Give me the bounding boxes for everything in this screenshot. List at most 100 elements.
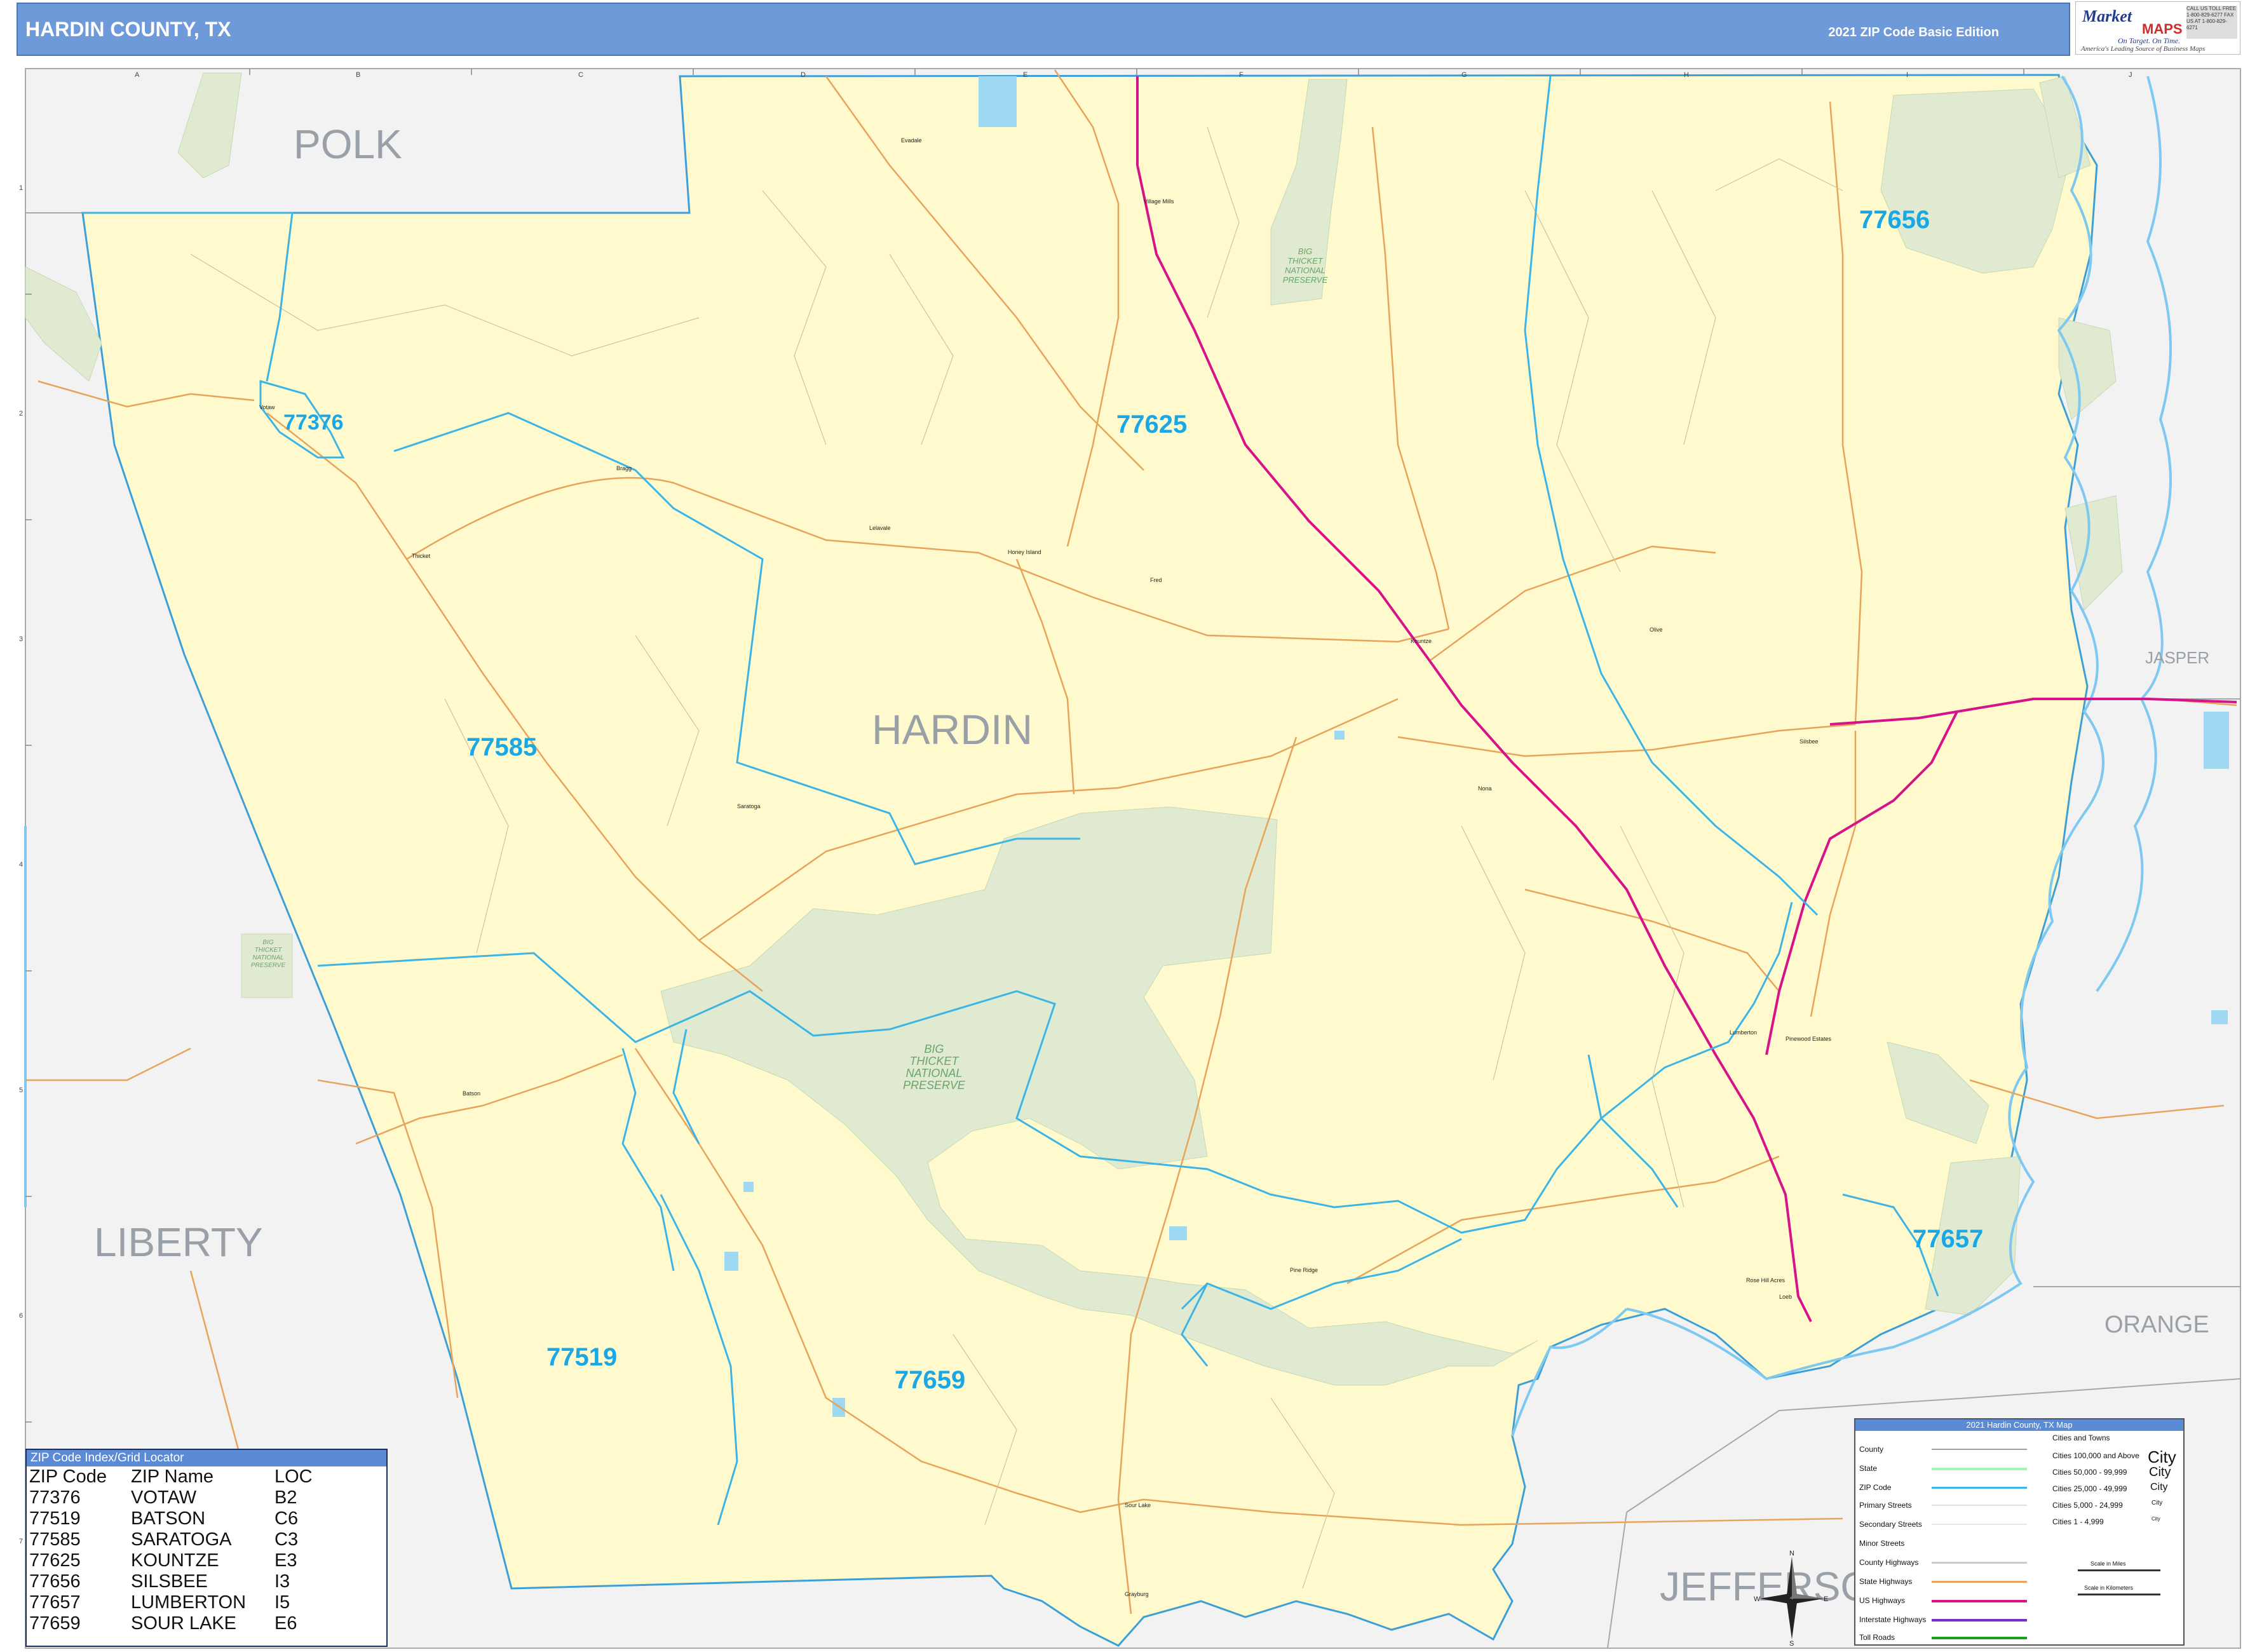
- place-label: Evadale: [901, 137, 922, 144]
- legend-scale-km: Scale in Kilometers: [2084, 1585, 2134, 1591]
- zip-name-cell: BATSON: [131, 1508, 206, 1529]
- zip-label-77659: 77659: [895, 1366, 966, 1394]
- place-label: Bragg: [616, 465, 632, 471]
- legend-city-size: Cities 25,000 - 49,999: [2052, 1484, 2127, 1493]
- legend-swatch-state-hwy: [1932, 1581, 2027, 1583]
- place-label: Pinewood Estates: [1786, 1036, 1832, 1042]
- legend-scale-bar-miles: [2078, 1569, 2160, 1571]
- preserve-label-line: NATIONAL: [252, 954, 284, 961]
- grid-col-f: F: [1239, 71, 1244, 79]
- grid-row-4: 4: [19, 861, 24, 869]
- grid-row-5: 5: [19, 1087, 24, 1094]
- zip-loc-cell: E6: [274, 1613, 297, 1634]
- legend-city-size: Cities 1 - 4,999: [2052, 1517, 2104, 1526]
- zip-code-cell: 77625: [29, 1550, 81, 1571]
- zip-label-77519: 77519: [546, 1343, 618, 1371]
- legend-city-size: Cities 5,000 - 24,999: [2052, 1501, 2123, 1510]
- logo-subtagline: America's Leading Source of Business Map…: [2081, 45, 2206, 53]
- legend-swatch-secondary: [1932, 1524, 2027, 1525]
- place-label: Thicket: [412, 553, 431, 559]
- place-label: Nona: [1478, 785, 1492, 792]
- map-title: HARDIN COUNTY, TX: [25, 18, 231, 41]
- grid-col-d: D: [801, 71, 806, 79]
- grid-col-e: E: [1023, 71, 1028, 79]
- table-row: 77656 SILSBEE I3: [27, 1571, 386, 1592]
- legend-swatch-zip: [1932, 1487, 2027, 1489]
- table-row: 77659 SOUR LAKE E6: [27, 1613, 386, 1634]
- county-label-orange: ORANGE: [2104, 1311, 2209, 1338]
- grid-col-i: I: [1906, 71, 1909, 79]
- zip-name-cell: SOUR LAKE: [131, 1613, 236, 1634]
- legend-item: US Highways: [1859, 1596, 1906, 1605]
- zip-name-cell: VOTAW: [131, 1487, 197, 1508]
- legend-swatch-us-hwy: [1932, 1600, 2027, 1602]
- place-label: Sour Lake: [1125, 1502, 1151, 1508]
- county-label-liberty: LIBERTY: [94, 1219, 263, 1265]
- grid-row-7: 7: [19, 1538, 24, 1545]
- legend-item: Secondary Streets: [1859, 1520, 1922, 1529]
- legend-item: State Highways: [1859, 1577, 1913, 1586]
- county-label-polk: POLK: [294, 121, 402, 167]
- grid-row-3: 3: [19, 635, 24, 643]
- place-label: Kountze: [1411, 638, 1432, 644]
- legend-item: Interstate Highways: [1859, 1615, 1927, 1624]
- logo-maps-text: MAPS: [2142, 21, 2183, 37]
- market-maps-logo: Market MAPS On Target. On Time. America'…: [2075, 1, 2240, 55]
- compass-w: W: [1754, 1595, 1761, 1603]
- zip-code-cell: 77657: [29, 1592, 81, 1613]
- zip-label-77656: 77656: [1859, 206, 1930, 234]
- grid-col-c: C: [578, 71, 583, 79]
- zip-index-header: ZIP Name: [131, 1466, 214, 1487]
- zip-index-header-row: ZIP Code ZIP Name LOC: [27, 1466, 386, 1487]
- legend-cities-title: Cities and Towns: [2052, 1433, 2110, 1442]
- logo-brand-text: Market: [2082, 7, 2132, 25]
- zip-index-header: ZIP Code: [29, 1466, 107, 1487]
- legend-swatch-primary: [1932, 1505, 2027, 1506]
- zip-index-header: LOC: [274, 1466, 313, 1487]
- legend-city-sample: City: [2152, 1500, 2163, 1506]
- preserve-label-line: PRESERVE: [1282, 275, 1328, 285]
- zip-label-77376: 77376: [283, 410, 344, 435]
- legend-title: 2021 Hardin County, TX Map: [1855, 1419, 2183, 1431]
- place-label: Fred: [1150, 577, 1162, 583]
- grid-col-a: A: [135, 71, 140, 79]
- place-label: Honey Island: [1008, 549, 1041, 555]
- place-label: Votaw: [259, 404, 275, 410]
- legend-item: State: [1859, 1464, 1878, 1473]
- legend-swatch-state: [1932, 1468, 2027, 1470]
- compass-rose-icon: N S W E: [1754, 1550, 1828, 1646]
- legend-city-sample: City: [2148, 1447, 2176, 1466]
- zip-name-cell: LUMBERTON: [131, 1592, 247, 1613]
- place-label: Pine Ridge: [1290, 1267, 1318, 1273]
- table-row: 77625 KOUNTZE E3: [27, 1550, 386, 1571]
- legend-city-sample: City: [2150, 1482, 2168, 1493]
- preserve-label-line: BIG: [924, 1043, 944, 1055]
- place-label: Lelavale: [869, 525, 891, 531]
- grid-col-h: H: [1684, 71, 1689, 79]
- preserve-label-line: NATIONAL: [1284, 266, 1326, 275]
- zip-index-title: ZIP Code Index/Grid Locator: [27, 1450, 386, 1466]
- legend-city-sample: City: [2149, 1465, 2171, 1479]
- zip-label-77657: 77657: [1913, 1225, 1984, 1253]
- place-label: Olive: [1650, 626, 1663, 633]
- legend-swatch-interstate: [1932, 1619, 2027, 1622]
- legend-scale-bar-km: [2078, 1594, 2160, 1595]
- zip-label-77625: 77625: [1116, 410, 1188, 438]
- map-legend: 2021 Hardin County, TX Map County State …: [1854, 1418, 2185, 1646]
- place-label: Batson: [463, 1090, 481, 1097]
- preserve-label-line: PRESERVE: [250, 962, 286, 969]
- table-row: 77519 BATSON C6: [27, 1508, 386, 1529]
- zip-code-index: ZIP Code Index/Grid Locator ZIP Code ZIP…: [25, 1449, 388, 1647]
- preserve-label-west: BIG THICKET NATIONAL PRESERVE: [245, 939, 291, 970]
- legend-city-size: Cities 50,000 - 99,999: [2052, 1468, 2127, 1477]
- preserve-label-line: BIG: [1298, 247, 1313, 256]
- zip-loc-cell: E3: [274, 1550, 297, 1571]
- legend-item: Minor Streets: [1859, 1539, 1905, 1548]
- legend-item: Toll Roads: [1859, 1633, 1895, 1642]
- county-label-hardin: HARDIN: [872, 706, 1033, 753]
- place-label: Grayburg: [1125, 1591, 1149, 1597]
- place-label: Silsbee: [1799, 738, 1819, 745]
- compass-n: N: [1789, 1550, 1794, 1557]
- legend-city-size: Cities 100,000 and Above: [2052, 1451, 2139, 1460]
- grid-row-2: 2: [19, 410, 24, 417]
